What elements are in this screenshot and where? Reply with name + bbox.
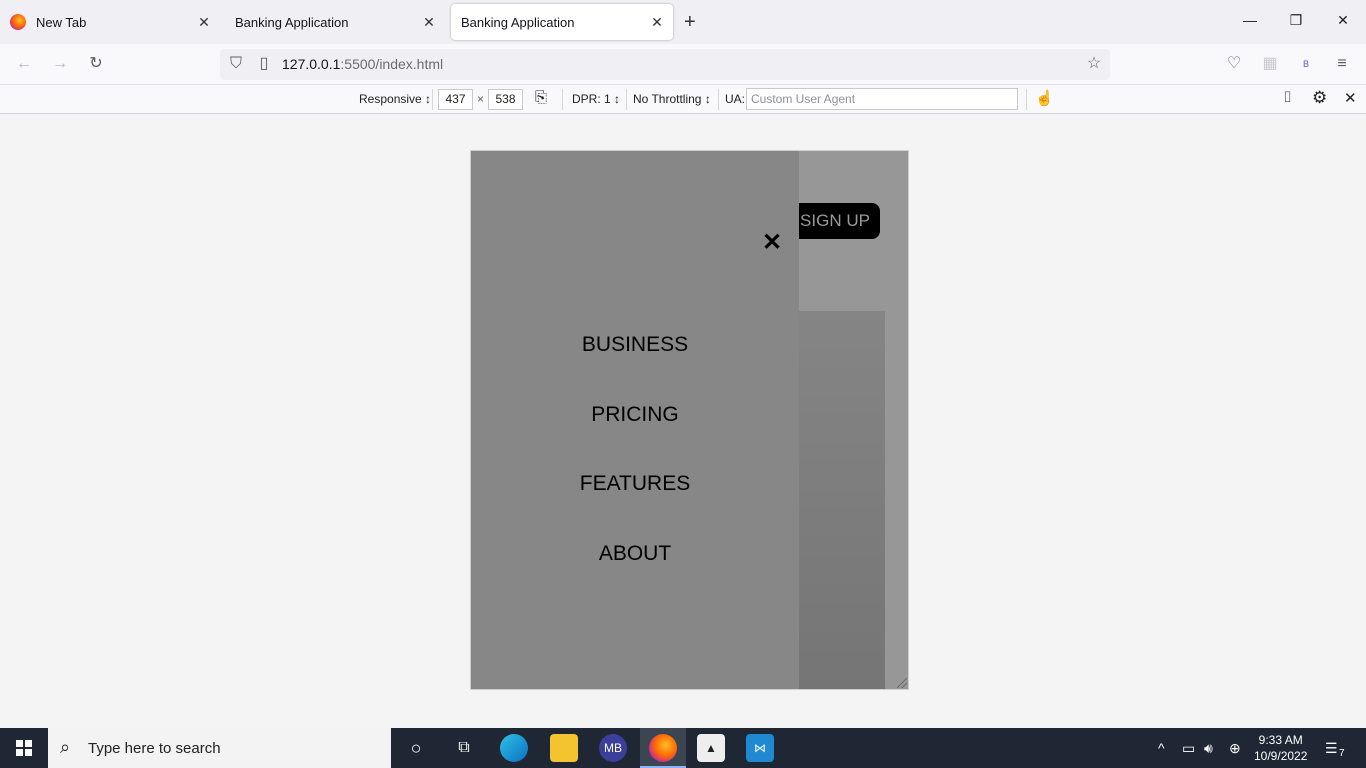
device-selector[interactable]: Responsive ↕ xyxy=(359,92,431,106)
file-explorer-icon[interactable] xyxy=(550,734,578,762)
clock-date: 10/9/2022 xyxy=(1254,749,1308,763)
windows-taskbar: ⌕ Type here to search ○ ⧉ MB ▲ ⋈ ^ ▭ 🔊︎ … xyxy=(0,728,1366,768)
rotate-icon[interactable]: ⎘ xyxy=(535,89,547,106)
account-icon[interactable]: B xyxy=(1296,54,1316,74)
page-icon: ▯ xyxy=(259,55,269,72)
menu-item-features[interactable]: FEATURES xyxy=(471,472,799,496)
firefox-icon xyxy=(10,14,26,30)
mobile-menu-overlay: ✕ BUSINESS PRICING FEATURES ABOUT xyxy=(471,151,799,689)
new-tab-button[interactable]: + xyxy=(684,12,696,32)
responsive-design-toolbar: Responsive ↕ 437 × 538 ⎘ DPR: 1 ↕ No Thr… xyxy=(0,85,1366,114)
separator xyxy=(718,89,719,110)
browser-tab-bar: New Tab ✕ Banking Application ✕ Banking … xyxy=(0,0,1366,44)
mb-app-icon[interactable]: MB xyxy=(599,734,627,762)
tab-title: New Tab xyxy=(36,14,87,30)
restore-icon[interactable]: ❐ xyxy=(1286,12,1306,29)
custom-user-agent-input[interactable]: Custom User Agent xyxy=(746,88,1018,110)
close-menu-icon[interactable]: ✕ xyxy=(762,231,782,255)
pocket-icon[interactable]: ♡ xyxy=(1224,54,1244,74)
battery-icon[interactable]: ▭ xyxy=(1182,740,1195,757)
reload-icon[interactable]: ↻ xyxy=(86,54,106,74)
clock-time: 9:33 AM xyxy=(1258,733,1303,747)
tab-new-tab[interactable]: New Tab ✕ xyxy=(0,4,220,40)
edge-icon[interactable] xyxy=(500,734,528,762)
forward-icon[interactable]: → xyxy=(50,54,70,74)
show-hidden-icons-icon[interactable]: ^ xyxy=(1158,740,1165,756)
vscode-icon[interactable]: ⋈ xyxy=(746,734,774,762)
task-view-icon[interactable]: ⧉ xyxy=(450,734,478,762)
tab-title: Banking Application xyxy=(461,14,575,30)
throttling-selector[interactable]: No Throttling ↕ xyxy=(633,92,711,106)
menu-item-pricing[interactable]: PRICING xyxy=(471,403,799,427)
firefox-taskbar-icon[interactable] xyxy=(649,734,677,762)
separator xyxy=(432,89,433,110)
notification-count: 7 xyxy=(1339,748,1345,759)
dimension-separator: × xyxy=(477,92,485,106)
dpr-selector[interactable]: DPR: 1 ↕ xyxy=(572,92,620,106)
separator xyxy=(562,89,563,110)
extension-icon[interactable]: ▦ xyxy=(1260,54,1280,74)
menu-icon[interactable]: ≡ xyxy=(1332,54,1352,74)
notifications-icon[interactable]: ☰ xyxy=(1325,740,1338,757)
windows-start-icon[interactable] xyxy=(16,740,32,756)
close-tab-icon[interactable]: ✕ xyxy=(421,14,437,30)
bookmark-star-icon[interactable]: ☆ xyxy=(1084,54,1104,74)
separator xyxy=(1026,89,1027,110)
viewport-height-input[interactable]: 538 xyxy=(488,89,523,110)
photos-icon[interactable]: ▲ xyxy=(697,734,725,762)
resize-handle[interactable] xyxy=(897,678,907,688)
back-icon[interactable]: ← xyxy=(14,54,34,74)
viewport-width-input[interactable]: 437 xyxy=(438,89,473,110)
settings-gear-icon[interactable]: ⚙ xyxy=(1312,88,1327,108)
page-content-panel xyxy=(798,311,885,689)
ua-label: UA: xyxy=(725,92,746,106)
navigation-bar: ← → ↻ ⛉ ▯ 127.0.0.1:5500/index.html ☆ ♡ … xyxy=(0,44,1366,85)
close-rdm-icon[interactable]: ✕ xyxy=(1344,89,1357,107)
url-bar[interactable]: ⛉ ▯ 127.0.0.1:5500/index.html ☆ xyxy=(220,49,1110,80)
window-close-icon[interactable]: ✕ xyxy=(1333,12,1353,29)
shield-icon[interactable]: ⛉ xyxy=(226,54,246,74)
system-clock[interactable]: 9:33 AM 10/9/2022 xyxy=(1254,732,1307,764)
emulated-viewport: SIGN UP ✕ BUSINESS PRICING FEATURES ABOU… xyxy=(470,150,909,690)
volume-icon[interactable]: 🔊︎ xyxy=(1204,740,1213,757)
close-tab-icon[interactable]: ✕ xyxy=(649,14,665,30)
tab-banking-1[interactable]: Banking Application ✕ xyxy=(225,4,445,40)
cortana-icon[interactable]: ○ xyxy=(402,734,430,762)
network-globe-icon[interactable]: ⊕ xyxy=(1229,740,1241,757)
touch-simulation-icon[interactable]: ☝ xyxy=(1035,89,1054,107)
tab-title: Banking Application xyxy=(235,14,349,30)
tab-banking-2[interactable]: Banking Application ✕ xyxy=(451,4,673,40)
search-icon: ⌕ xyxy=(60,737,71,757)
minimize-icon[interactable]: — xyxy=(1240,12,1260,28)
close-tab-icon[interactable]: ✕ xyxy=(196,14,212,30)
taskbar-search[interactable]: ⌕ Type here to search xyxy=(48,728,391,768)
menu-item-business[interactable]: BUSINESS xyxy=(471,333,799,357)
url-text: 127.0.0.1:5500/index.html xyxy=(282,56,444,72)
screenshot-icon[interactable]: ⌷ xyxy=(1283,89,1292,106)
search-placeholder: Type here to search xyxy=(88,740,221,757)
separator xyxy=(626,89,627,110)
menu-item-about[interactable]: ABOUT xyxy=(471,542,799,566)
